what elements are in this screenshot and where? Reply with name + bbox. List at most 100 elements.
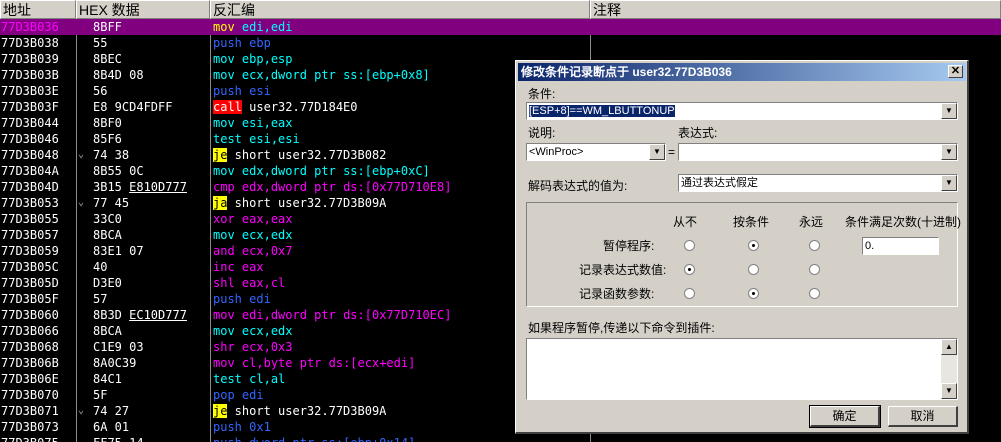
row-operands: user32.77D184E0 bbox=[249, 100, 358, 114]
row-address: 77D3B038 bbox=[1, 36, 59, 50]
jump-arrow-icon bbox=[78, 275, 90, 291]
radio-pause-never[interactable] bbox=[684, 240, 695, 251]
row-address: 77D3B048 bbox=[1, 148, 59, 162]
condition-label: 条件: bbox=[528, 87, 556, 101]
row-operands: ecx,0x3 bbox=[241, 340, 293, 354]
row-hex-bytes: 8BCA bbox=[93, 228, 122, 242]
chevron-down-icon[interactable]: ▼ bbox=[649, 144, 665, 160]
chevron-down-icon[interactable]: ▼ bbox=[941, 103, 957, 119]
row-address: 77D3B046 bbox=[1, 132, 59, 146]
row-operands: ebp,esp bbox=[241, 52, 293, 66]
row-mnemonic: mov bbox=[213, 356, 235, 370]
jump-arrow-icon bbox=[78, 323, 90, 339]
pass-count-input[interactable]: 0. bbox=[862, 237, 939, 255]
ok-button[interactable]: 确定 bbox=[809, 405, 881, 428]
row-hex-bytes: 5F bbox=[93, 388, 108, 402]
row-address: 77D3B039 bbox=[1, 52, 59, 66]
option-pause-label: 暂停程序: bbox=[603, 239, 655, 253]
jump-arrow-icon bbox=[78, 115, 90, 131]
row-hex-bytes: 8BEC bbox=[93, 52, 122, 66]
chevron-down-icon[interactable]: ▼ bbox=[941, 144, 957, 160]
jump-arrow-icon bbox=[78, 211, 90, 227]
jump-arrow-icon bbox=[78, 227, 90, 243]
row-hex: 83E1 07 bbox=[93, 243, 205, 259]
row-mnemonic: xor bbox=[213, 212, 235, 226]
row-operands: 0x1 bbox=[249, 420, 271, 434]
column-conditional: 按条件 bbox=[733, 215, 770, 229]
row-hex: 8A0C39 bbox=[93, 355, 205, 371]
row-operands: short user32.77D3B09A bbox=[227, 196, 387, 210]
row-hex: 8B4D 08 bbox=[93, 67, 205, 83]
row-operands: edi,dword ptr ds:[0x77D710EC] bbox=[241, 308, 452, 322]
close-icon[interactable]: ✕ bbox=[948, 65, 963, 78]
row-hex: 77 45 bbox=[93, 195, 205, 211]
jump-arrow-icon bbox=[78, 179, 90, 195]
jump-arrow-icon bbox=[78, 419, 90, 435]
row-hex-bytes: 74 27 bbox=[93, 404, 130, 418]
row-hex-bytes: 57 bbox=[93, 292, 108, 306]
cancel-button[interactable]: 取消 bbox=[888, 406, 958, 427]
radio-log-expr-never[interactable] bbox=[684, 264, 695, 275]
row-operands: ecx,0x7 bbox=[241, 244, 293, 258]
row-address: 77D3B066 bbox=[1, 324, 59, 338]
row-operands: ecx,edx bbox=[241, 228, 293, 242]
equals-sign: = bbox=[668, 145, 676, 159]
jump-arrow-icon bbox=[78, 355, 90, 371]
textarea-scrollbar[interactable]: ▲ ▼ bbox=[941, 339, 957, 399]
jump-arrow-icon bbox=[78, 163, 90, 179]
row-hex-bytes: 84C1 bbox=[93, 372, 122, 386]
row-mnemonic: push bbox=[213, 436, 242, 442]
row-hex-bytes: 56 bbox=[93, 84, 108, 98]
row-address: 77D3B059 bbox=[1, 244, 59, 258]
description-combo[interactable]: <WinProc> ▼ bbox=[526, 143, 666, 161]
row-hex: 8BFF bbox=[93, 19, 205, 35]
jump-arrow-icon bbox=[78, 243, 90, 259]
scroll-up-icon[interactable]: ▲ bbox=[941, 339, 957, 355]
row-address: 77D3B073 bbox=[1, 420, 59, 434]
row-operands: eax,eax bbox=[241, 212, 293, 226]
chevron-down-icon[interactable]: ▼ bbox=[941, 175, 957, 191]
row-address: 77D3B060 bbox=[1, 308, 59, 322]
condition-value: [ESP+8]==WM_LBUTTONUP bbox=[529, 105, 675, 117]
row-operands: ebp bbox=[249, 36, 271, 50]
header-address[interactable]: 地址 bbox=[0, 0, 76, 19]
row-hex-bytes: 8BF0 bbox=[93, 116, 122, 130]
radio-log-args-always[interactable] bbox=[809, 288, 820, 299]
row-address: 77D3B06B bbox=[1, 356, 59, 370]
condition-combo[interactable]: [ESP+8]==WM_LBUTTONUP ▼ bbox=[526, 102, 958, 120]
row-hex: 8BCA bbox=[93, 323, 205, 339]
radio-pause-always[interactable] bbox=[809, 240, 820, 251]
radio-log-expr-conditional[interactable] bbox=[748, 264, 759, 275]
dialog-title-bar[interactable]: 修改条件记录断点于 user32.77D3B036 ✕ bbox=[518, 63, 966, 81]
expression-combo[interactable]: ▼ bbox=[678, 143, 958, 161]
row-hex: 8B3D EC10D777 bbox=[93, 307, 205, 323]
header-comment[interactable]: 注释 bbox=[590, 0, 1001, 19]
decode-value: 通过表达式假定 bbox=[681, 177, 758, 189]
scroll-down-icon[interactable]: ▼ bbox=[941, 383, 957, 399]
row-hex: 8B55 0C bbox=[93, 163, 205, 179]
radio-log-args-never[interactable] bbox=[684, 288, 695, 299]
header-hex[interactable]: HEX 数据 bbox=[76, 0, 210, 19]
row-hex: 8BF0 bbox=[93, 115, 205, 131]
row-hex: 3B15 E810D777 bbox=[93, 179, 205, 195]
row-hex: 6A 01 bbox=[93, 419, 205, 435]
jump-arrow-icon bbox=[78, 259, 90, 275]
table-row[interactable]: 77D3B038 55 push ebp bbox=[0, 35, 1001, 51]
jump-arrow-icon bbox=[78, 435, 90, 442]
row-hex: 8BCA bbox=[93, 227, 205, 243]
radio-log-args-conditional[interactable] bbox=[748, 288, 759, 299]
row-mnemonic: mov bbox=[213, 116, 235, 130]
decode-combo[interactable]: 通过表达式假定 ▼ bbox=[678, 174, 958, 192]
plugin-command-textarea[interactable]: ▲ ▼ bbox=[526, 338, 958, 400]
conditional-log-breakpoint-dialog: 修改条件记录断点于 user32.77D3B036 ✕ 条件: [ESP+8]=… bbox=[515, 60, 969, 434]
row-mnemonic: shr bbox=[213, 340, 235, 354]
expression-label: 表达式: bbox=[678, 126, 718, 140]
radio-pause-conditional[interactable] bbox=[748, 240, 759, 251]
jump-arrow-icon bbox=[78, 99, 90, 115]
row-hex-bytes: 85F6 bbox=[93, 132, 122, 146]
table-row[interactable]: 77D3B075 FF75 14 push dword ptr ss:[ebp+0x… bbox=[0, 435, 1001, 442]
header-disasm[interactable]: 反汇编 bbox=[210, 0, 590, 19]
row-hex: FF75 14 bbox=[93, 435, 205, 442]
radio-log-expr-always[interactable] bbox=[809, 264, 820, 275]
table-row[interactable]: 77D3B036 8BFF mov edi,edi bbox=[0, 19, 1001, 35]
